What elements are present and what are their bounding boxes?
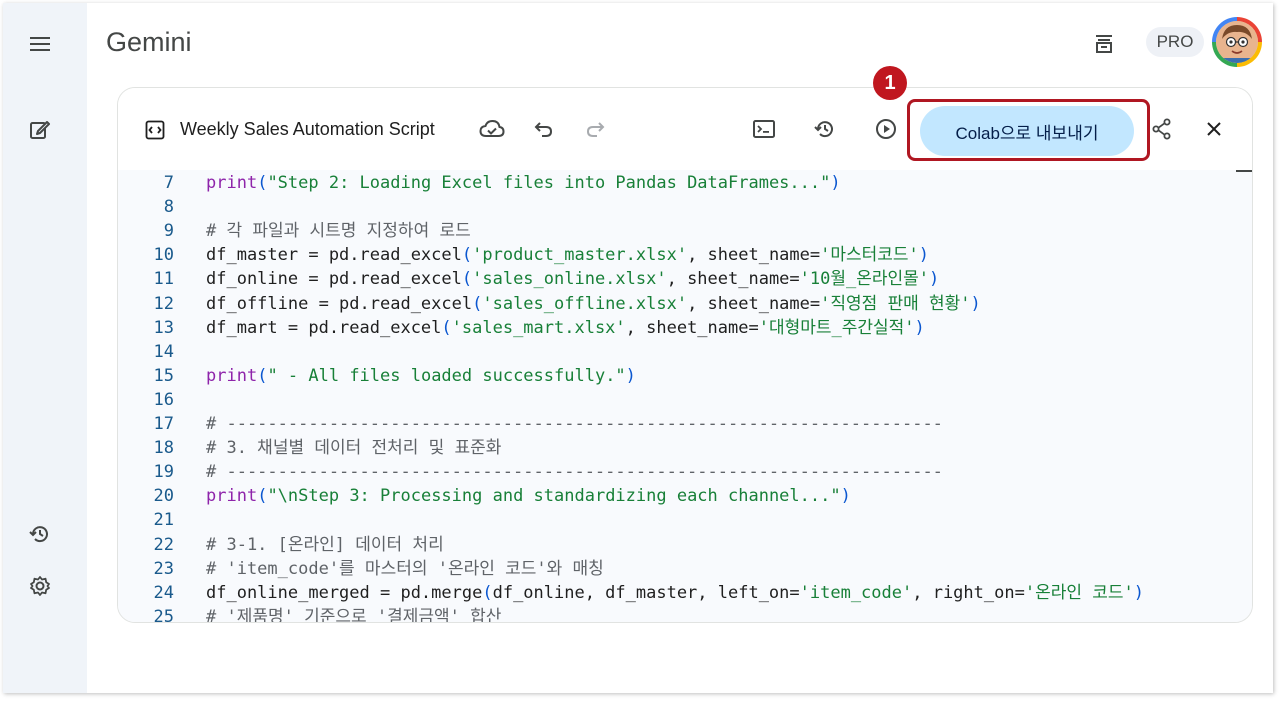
settings-icon[interactable] (27, 573, 53, 599)
line-number: 21 (153, 510, 174, 531)
code-text: # '제품명' 기준으로 '결제금액' 합산 (206, 606, 502, 623)
line-number: 7 (163, 173, 174, 193)
menu-icon[interactable] (27, 31, 53, 57)
new-chat-icon[interactable] (27, 116, 53, 142)
code-line: 12 df_offline = pd.read_excel('sales_offl… (118, 292, 1252, 316)
line-number: 17 (153, 414, 174, 434)
code-text: df_online = pd.read_excel('sales_online.… (206, 269, 940, 290)
code-line: 19 # ------------------------------------… (118, 460, 1252, 484)
undo-icon[interactable] (529, 114, 559, 144)
line-number: 10 (153, 245, 174, 266)
line-number: 9 (163, 221, 174, 242)
code-line: 10 df_master = pd.read_excel('product_mas… (118, 243, 1252, 267)
app-title: Gemini (106, 27, 192, 57)
redo-icon[interactable] (580, 114, 610, 144)
code-text: # 3-1. [온라인] 데이터 처리 (206, 534, 444, 555)
code-line: 14 (118, 340, 1252, 364)
annotation-highlight-box (907, 99, 1150, 161)
code-line: 23 # 'item_code'를 마스터의 '온라인 코드'와 매칭 (118, 557, 1252, 581)
canvas-panel: Weekly Sales Automation Script Colab으로 내… (117, 87, 1253, 623)
code-text: print("\nStep 3: Processing and standard… (206, 486, 851, 507)
terminal-icon[interactable] (749, 114, 779, 144)
code-doc-icon (144, 119, 166, 141)
line-number: 15 (153, 365, 174, 386)
code-line: 11 df_online = pd.read_excel('sales_onlin… (118, 267, 1252, 291)
history-icon[interactable] (27, 521, 53, 547)
line-number: 23 (153, 558, 174, 579)
run-icon[interactable] (871, 114, 901, 144)
line-number: 18 (153, 438, 174, 459)
code-line: 7 print("Step 2: Loading Excel files into… (118, 171, 1252, 195)
line-number: 13 (153, 317, 174, 338)
code-line: 16 (118, 388, 1252, 412)
code-text: df_offline = pd.read_excel('sales_offlin… (206, 293, 981, 314)
code-line: 20 print("\nStep 3: Processing and standa… (118, 484, 1252, 508)
code-line: 15 print(" - All files loaded successfull… (118, 364, 1252, 388)
line-number: 12 (153, 293, 174, 314)
code-line: 21 (118, 508, 1252, 532)
line-number: 24 (153, 582, 174, 603)
code-line: 8 (118, 195, 1252, 219)
clear-history-icon[interactable] (1089, 28, 1119, 58)
left-rail (3, 3, 87, 693)
avatar[interactable] (1212, 17, 1262, 67)
line-number: 19 (153, 462, 174, 483)
line-number: 22 (153, 534, 174, 555)
code-line: 18 # 3. 채널별 데이터 전처리 및 표준화 (118, 436, 1252, 460)
pro-badge[interactable]: PRO (1146, 27, 1204, 57)
annotation-step-badge: 1 (873, 66, 907, 100)
share-icon[interactable] (1147, 114, 1177, 144)
version-history-icon[interactable] (810, 114, 840, 144)
code-line: 24 df_online_merged = pd.merge(df_online,… (118, 581, 1252, 605)
code-text: df_online_merged = pd.merge(df_online, d… (206, 582, 1144, 603)
code-line: 25 # '제품명' 기준으로 '결제금액' 합산 (118, 605, 1252, 623)
code-line: 9 # 각 파일과 시트명 지정하여 로드 (118, 219, 1252, 243)
code-text: df_mart = pd.read_excel('sales_mart.xlsx… (206, 317, 925, 338)
line-number: 20 (153, 486, 174, 507)
line-number: 14 (153, 341, 174, 362)
line-number: 8 (163, 197, 174, 218)
code-text: df_master = pd.read_excel('product_maste… (206, 245, 930, 266)
code-text: print("Step 2: Loading Excel files into … (206, 173, 841, 193)
line-number: 16 (153, 389, 174, 410)
document-title: Weekly Sales Automation Script (180, 119, 435, 139)
code-text: # 각 파일과 시트명 지정하여 로드 (206, 221, 471, 242)
code-editor[interactable]: 7 print("Step 2: Loading Excel files into… (118, 170, 1252, 623)
line-number: 11 (153, 269, 174, 290)
code-line: 17 # ------------------------------------… (118, 412, 1252, 436)
code-text: print(" - All files loaded successfully.… (206, 365, 636, 386)
code-text: # --------------------------------------… (206, 414, 943, 434)
app-window: Gemini PRO Weekly Sales Automation Scrip… (3, 3, 1273, 693)
code-text: # 'item_code'를 마스터의 '온라인 코드'와 매칭 (206, 558, 604, 579)
code-text: # --------------------------------------… (206, 462, 943, 483)
code-text: # 3. 채널별 데이터 전처리 및 표준화 (206, 438, 502, 459)
line-number: 25 (153, 606, 174, 623)
close-icon[interactable] (1199, 114, 1229, 144)
avatar-image (1216, 21, 1258, 63)
cloud-sync-icon[interactable] (477, 114, 507, 144)
code-line: 22 # 3-1. [온라인] 데이터 처리 (118, 533, 1252, 557)
code-line: 13 df_mart = pd.read_excel('sales_mart.xl… (118, 316, 1252, 340)
